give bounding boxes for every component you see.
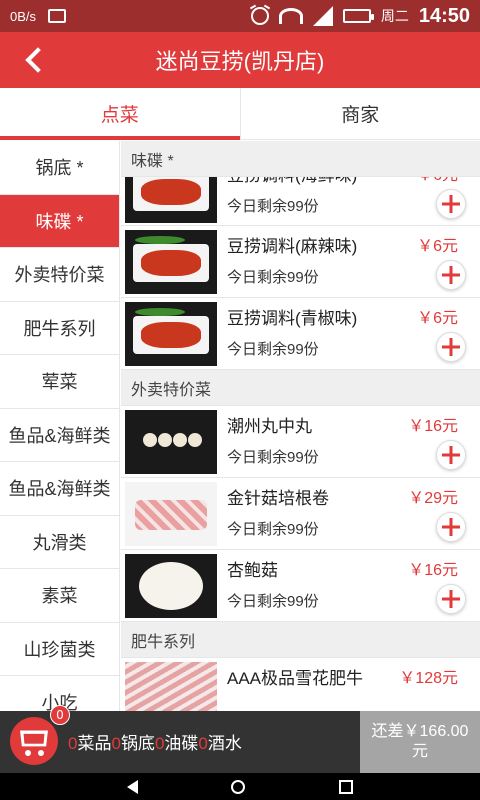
sidebar-item-takeout-special[interactable]: 外卖特价菜 (0, 248, 119, 302)
dish-image (125, 554, 217, 618)
dish-price: ￥16元 (408, 418, 458, 435)
weekday: 周二 (380, 8, 409, 24)
status-bar: 0B/s 周二 14:50 (0, 0, 480, 32)
dish-stock: 今日剩余99份 (227, 449, 319, 466)
add-icon[interactable] (436, 584, 466, 614)
list-item: AAA极品雪花肥牛 ￥128元 (121, 658, 480, 711)
dish-price: ￥6元 (417, 238, 458, 255)
dish-price: ￥29元 (408, 490, 458, 507)
tab-order[interactable]: 点菜 (0, 88, 240, 140)
pot-count: 0 (111, 734, 121, 753)
list-item: 豆捞调料(麻辣味) 今日剩余99份 ￥6元 (121, 226, 480, 298)
checkout-button[interactable]: 还差￥166.00 元 (360, 711, 480, 773)
sidebar-item-beef[interactable]: 肥牛系列 (0, 302, 119, 355)
dish-image (125, 230, 217, 294)
sauce-count: 0 (154, 734, 165, 753)
sauce-label: 油碟 (164, 734, 199, 753)
sticky-section-header: 味碟 * (121, 141, 480, 177)
sidebar-item-sauce[interactable]: 味碟 * (0, 194, 119, 248)
dish-stock: 今日剩余99份 (227, 521, 319, 538)
sidebar-item-seafood-2[interactable]: 鱼品&海鲜类 (0, 462, 119, 516)
app-header: 迷尚豆捞(凯丹店) (0, 32, 480, 88)
wifi-icon (278, 8, 303, 24)
drink-label: 酒水 (207, 734, 242, 753)
list-item: 杏鲍菇 今日剩余99份 ￥16元 (121, 550, 480, 622)
list-item: 金针菇培根卷 今日剩余99份 ￥29元 (121, 478, 480, 550)
sidebar-item-balls[interactable]: 丸滑类 (0, 516, 119, 569)
tab-merchant[interactable]: 商家 (239, 88, 480, 139)
dish-stock: 今日剩余99份 (227, 198, 319, 215)
dish-image (125, 482, 217, 546)
category-sidebar: 锅底 * 味碟 * 外卖特价菜 肥牛系列 荤菜 鱼品&海鲜类 鱼品&海鲜类 丸滑… (0, 141, 120, 711)
list-item: 豆捞调料(青椒味) 今日剩余99份 ￥6元 (121, 298, 480, 370)
dish-price: ￥128元 (399, 670, 458, 687)
image-icon (48, 9, 67, 23)
checkout-label-line1: 还差￥166.00 (371, 723, 469, 740)
dish-stock: 今日剩余99份 (227, 269, 319, 286)
sidebar-item-soup-base[interactable]: 锅底 * (0, 141, 119, 195)
add-icon[interactable] (436, 189, 466, 219)
sidebar-item-seafood[interactable]: 鱼品&海鲜类 (0, 409, 119, 462)
cart-badge: 0 (50, 705, 70, 725)
battery-icon (342, 9, 374, 23)
clock: 14:50 (418, 4, 470, 27)
sidebar-item-vegetables[interactable]: 素菜 (0, 569, 119, 623)
nav-home-icon[interactable] (231, 779, 246, 794)
list-item: 潮州丸中丸 今日剩余99份 ￥16元 (121, 406, 480, 478)
dish-price: ￥6元 (417, 310, 458, 327)
drink-count: 0 (198, 734, 208, 753)
section-header: 肥牛系列 (121, 622, 480, 658)
system-nav-bar (0, 773, 480, 800)
dish-stock: 今日剩余99份 (227, 593, 319, 610)
dish-price: ￥16元 (408, 562, 458, 579)
dishes-label: 菜品 (77, 734, 112, 753)
network-speed: 0B/s (10, 8, 37, 24)
nav-back-icon[interactable] (126, 779, 138, 794)
dish-image (125, 302, 217, 366)
dish-image (125, 410, 217, 474)
pot-label: 锅底 (120, 734, 155, 753)
sidebar-item-mushrooms[interactable]: 山珍菌类 (0, 623, 119, 676)
add-icon[interactable] (436, 512, 466, 542)
alarm-icon (250, 7, 269, 25)
dish-stock: 今日剩余99份 (227, 341, 319, 358)
dish-image (125, 662, 217, 711)
cart-summary: 0菜品0锅底0油碟0酒水 (68, 729, 242, 754)
dish-list: 味碟 * 豆捞调料(海鲜味) 今日剩余99份 ￥6元 豆捞调料(麻辣味) 今日剩… (121, 141, 480, 711)
nav-recent-icon[interactable] (339, 779, 354, 794)
section-header: 外卖特价菜 (121, 370, 480, 406)
add-icon[interactable] (436, 260, 466, 290)
add-icon[interactable] (436, 332, 466, 362)
page-title: 迷尚豆捞(凯丹店) (155, 49, 325, 74)
sidebar-item-meat[interactable]: 荤菜 (0, 355, 119, 409)
cart-bar: 0 0菜品0锅底0油碟0酒水 还差￥166.00 元 (0, 705, 480, 773)
cart-icon[interactable]: 0 (10, 705, 70, 765)
back-icon[interactable] (14, 32, 54, 88)
tab-bar: 点菜 商家 (0, 88, 480, 140)
signal-icon (312, 6, 333, 26)
add-icon[interactable] (436, 440, 466, 470)
checkout-label-line2: 元 (411, 743, 428, 760)
